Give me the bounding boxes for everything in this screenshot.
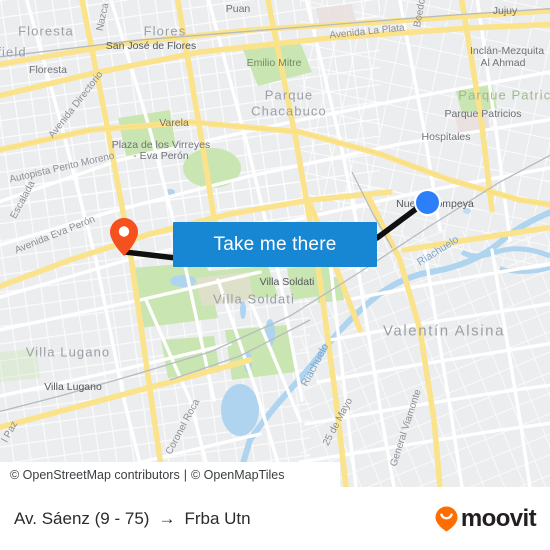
destination-marker-dot[interactable] bbox=[414, 189, 441, 216]
attribution-separator: | bbox=[183, 467, 187, 482]
map-attribution: © OpenStreetMap contributors | © OpenMap… bbox=[0, 462, 340, 487]
osm-attribution-link[interactable]: © OpenStreetMap contributors bbox=[10, 468, 180, 482]
origin-marker-pin[interactable] bbox=[110, 218, 138, 256]
trip-summary: Av. Sáenz (9 - 75) → Frba Utn bbox=[14, 509, 251, 529]
trip-footer: Av. Sáenz (9 - 75) → Frba Utn moovit bbox=[0, 487, 550, 550]
map-screenshot: Floresta Flores field Nazca Puan Boedo Jujuy Sa… bbox=[0, 0, 550, 550]
trip-origin-label: Av. Sáenz (9 - 75) bbox=[14, 508, 150, 528]
moovit-logo[interactable]: moovit bbox=[435, 504, 537, 533]
maptiles-attribution-link[interactable]: © OpenMapTiles bbox=[191, 468, 285, 482]
trip-destination-label: Frba Utn bbox=[184, 508, 251, 528]
moovit-wordmark: moovit bbox=[460, 504, 537, 532]
take-me-there-button[interactable]: Take me there bbox=[173, 222, 377, 267]
arrow-right-icon: → bbox=[158, 508, 176, 528]
moovit-pin-smile-icon bbox=[435, 506, 458, 531]
map-canvas[interactable]: Floresta Flores field Nazca Puan Boedo Jujuy Sa… bbox=[0, 0, 550, 487]
